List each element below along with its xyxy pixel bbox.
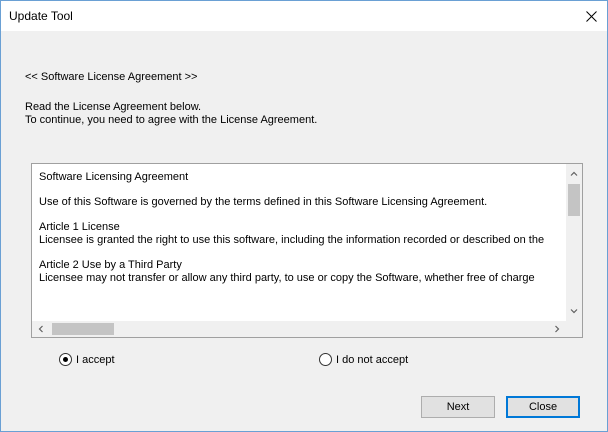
scroll-up-button[interactable] — [566, 167, 582, 181]
chevron-up-icon — [570, 171, 578, 176]
instructions: Read the License Agreement below. To con… — [25, 101, 317, 127]
decline-radio[interactable] — [319, 353, 332, 366]
next-button[interactable]: Next — [421, 396, 495, 418]
article-body: Licensee may not transfer or allow any t… — [39, 272, 535, 284]
accept-option[interactable]: I accept — [59, 353, 115, 366]
close-icon — [585, 10, 597, 22]
scrollbar-corner — [566, 321, 582, 337]
article-body: Licensee is granted the right to use thi… — [39, 234, 545, 246]
license-title: Software Licensing Agreement — [39, 171, 189, 183]
window-close-button[interactable] — [575, 1, 607, 31]
chevron-right-icon — [555, 325, 560, 333]
scroll-right-button[interactable] — [550, 321, 564, 337]
close-button[interactable]: Close — [506, 396, 580, 418]
instruction-line: To continue, you need to agree with the … — [25, 114, 318, 126]
vertical-scrollbar[interactable] — [566, 164, 582, 322]
accept-label: I accept — [76, 353, 115, 366]
license-intro: Use of this Software is governed by the … — [39, 196, 488, 208]
window-title: Update Tool — [9, 9, 73, 23]
scroll-left-button[interactable] — [34, 321, 48, 337]
article-heading: Article 1 License — [39, 221, 120, 233]
accept-radio[interactable] — [59, 353, 72, 366]
horizontal-scroll-thumb[interactable] — [52, 323, 114, 335]
article-heading: Article 2 Use by a Third Party — [39, 259, 182, 271]
title-bar: Update Tool — [1, 1, 607, 31]
license-content: Software Licensing Agreement Use of this… — [39, 171, 569, 314]
update-tool-window: Update Tool << Software License Agreemen… — [0, 0, 608, 432]
decline-option[interactable]: I do not accept — [319, 353, 408, 366]
license-text-area[interactable]: Software Licensing Agreement Use of this… — [31, 163, 583, 338]
chevron-down-icon — [570, 309, 578, 314]
section-heading: << Software License Agreement >> — [25, 71, 198, 83]
instruction-line: Read the License Agreement below. — [25, 101, 202, 113]
chevron-left-icon — [38, 325, 43, 333]
scroll-down-button[interactable] — [566, 304, 582, 318]
decline-label: I do not accept — [336, 353, 409, 366]
vertical-scroll-thumb[interactable] — [568, 184, 580, 216]
horizontal-scrollbar[interactable] — [32, 321, 568, 337]
